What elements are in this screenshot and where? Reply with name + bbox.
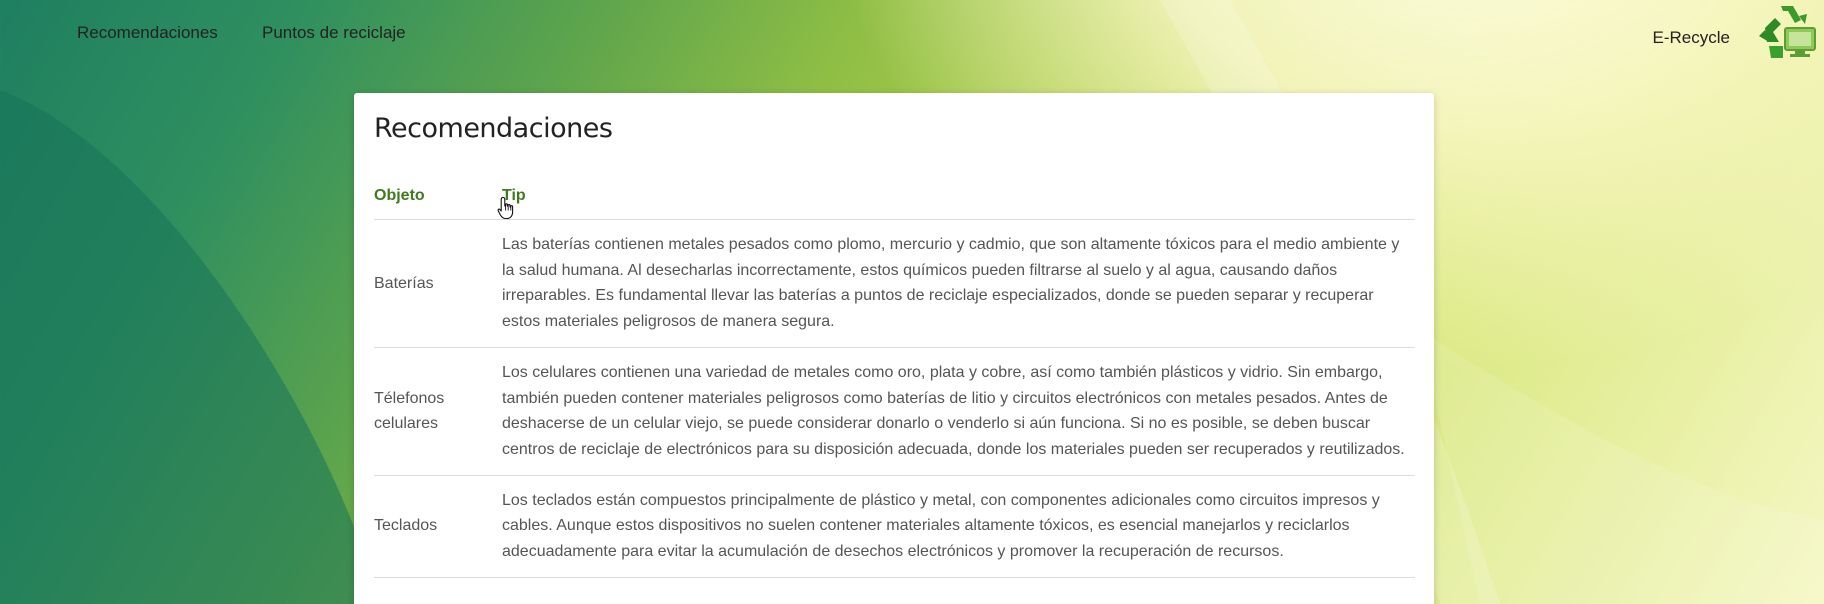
brand-name[interactable]: E-Recycle	[1653, 28, 1730, 48]
tip-cell: Los teclados están compuestos principalm…	[502, 475, 1415, 578]
column-header-objeto[interactable]: Objeto	[374, 173, 502, 220]
nav-link-recomendaciones[interactable]: Recomendaciones	[77, 23, 218, 43]
column-header-tip[interactable]: Tip	[502, 173, 1415, 220]
object-cell: Télefonos celulares	[374, 347, 502, 476]
object-cell: Teclados	[374, 475, 502, 578]
table-row: Télefonos celulares Los celulares contie…	[374, 347, 1415, 476]
tip-cell: Las baterías contienen metales pesados c…	[502, 219, 1415, 348]
object-cell: Baterías	[374, 219, 502, 348]
recommendations-card: Recomendaciones Objeto Tip Baterías Las …	[354, 93, 1434, 604]
table-row: Teclados Los teclados están compuestos p…	[374, 475, 1415, 578]
tip-cell: Los celulares contienen una variedad de …	[502, 347, 1415, 476]
recommendations-table: Objeto Tip Baterías Las baterías contien…	[374, 173, 1415, 578]
page-title: Recomendaciones	[374, 113, 613, 144]
top-navbar: Recomendaciones Puntos de reciclaje E-Re…	[0, 0, 1824, 64]
recycle-computer-logo-icon[interactable]	[1755, 2, 1819, 62]
table-header-row: Objeto Tip	[374, 173, 1415, 220]
table-row: Baterías Las baterías contienen metales …	[374, 219, 1415, 348]
nav-link-puntos-de-reciclaje[interactable]: Puntos de reciclaje	[262, 23, 406, 43]
hand-pointer-cursor-icon	[497, 196, 514, 220]
